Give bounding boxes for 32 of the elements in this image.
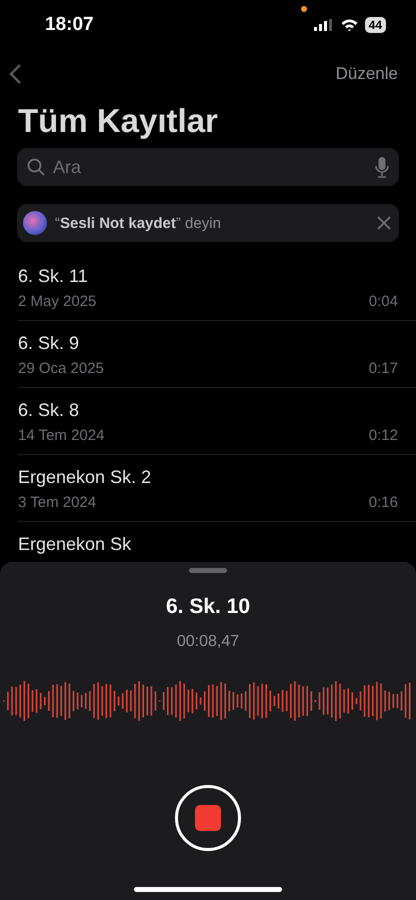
close-icon[interactable] (377, 216, 391, 230)
siri-tip-text: “Sesli Not kaydet” deyin (55, 214, 222, 232)
signal-icon (314, 19, 334, 31)
recording-date: 29 Oca 2025 (18, 360, 104, 377)
recording-date: 2 May 2025 (18, 293, 96, 310)
elapsed-time: 00:08,47 (176, 633, 240, 651)
recording-date: 14 Tem 2024 (18, 427, 104, 444)
recording-title[interactable]: 6. Sk. 8 (18, 400, 80, 421)
recording-name: 6. Sk. 10 (166, 595, 250, 619)
search-input[interactable]: Ara (51, 156, 369, 178)
search-icon (27, 158, 45, 176)
search-field[interactable]: Ara (17, 148, 399, 186)
recording-title[interactable]: 6. Sk. 11 (18, 266, 88, 287)
recording-duration: 0:04 (368, 293, 398, 310)
back-chevron-icon[interactable] (8, 63, 22, 85)
page-title: Tüm Kayıtlar (18, 102, 219, 140)
status-time: 18:07 (45, 14, 94, 36)
recording-duration: 0:17 (368, 360, 398, 377)
recording-date: 3 Tem 2024 (18, 494, 96, 511)
recording-duration: 0:12 (368, 427, 398, 444)
battery-level: 44 (364, 17, 386, 33)
siri-orb-icon (23, 211, 47, 235)
recording-title[interactable]: Ergenekon Sk (18, 534, 132, 554)
stop-button[interactable] (175, 785, 241, 851)
stop-icon (195, 805, 221, 831)
microphone-icon[interactable] (375, 156, 389, 178)
recording-duration: 0:16 (368, 494, 398, 511)
sheet-grabber[interactable] (189, 568, 227, 573)
wifi-icon (340, 19, 358, 31)
edit-button[interactable]: Düzenle (336, 64, 398, 84)
recording-title[interactable]: 6. Sk. 9 (18, 333, 80, 354)
recording-title[interactable]: Ergenekon Sk. 2 (18, 467, 152, 488)
